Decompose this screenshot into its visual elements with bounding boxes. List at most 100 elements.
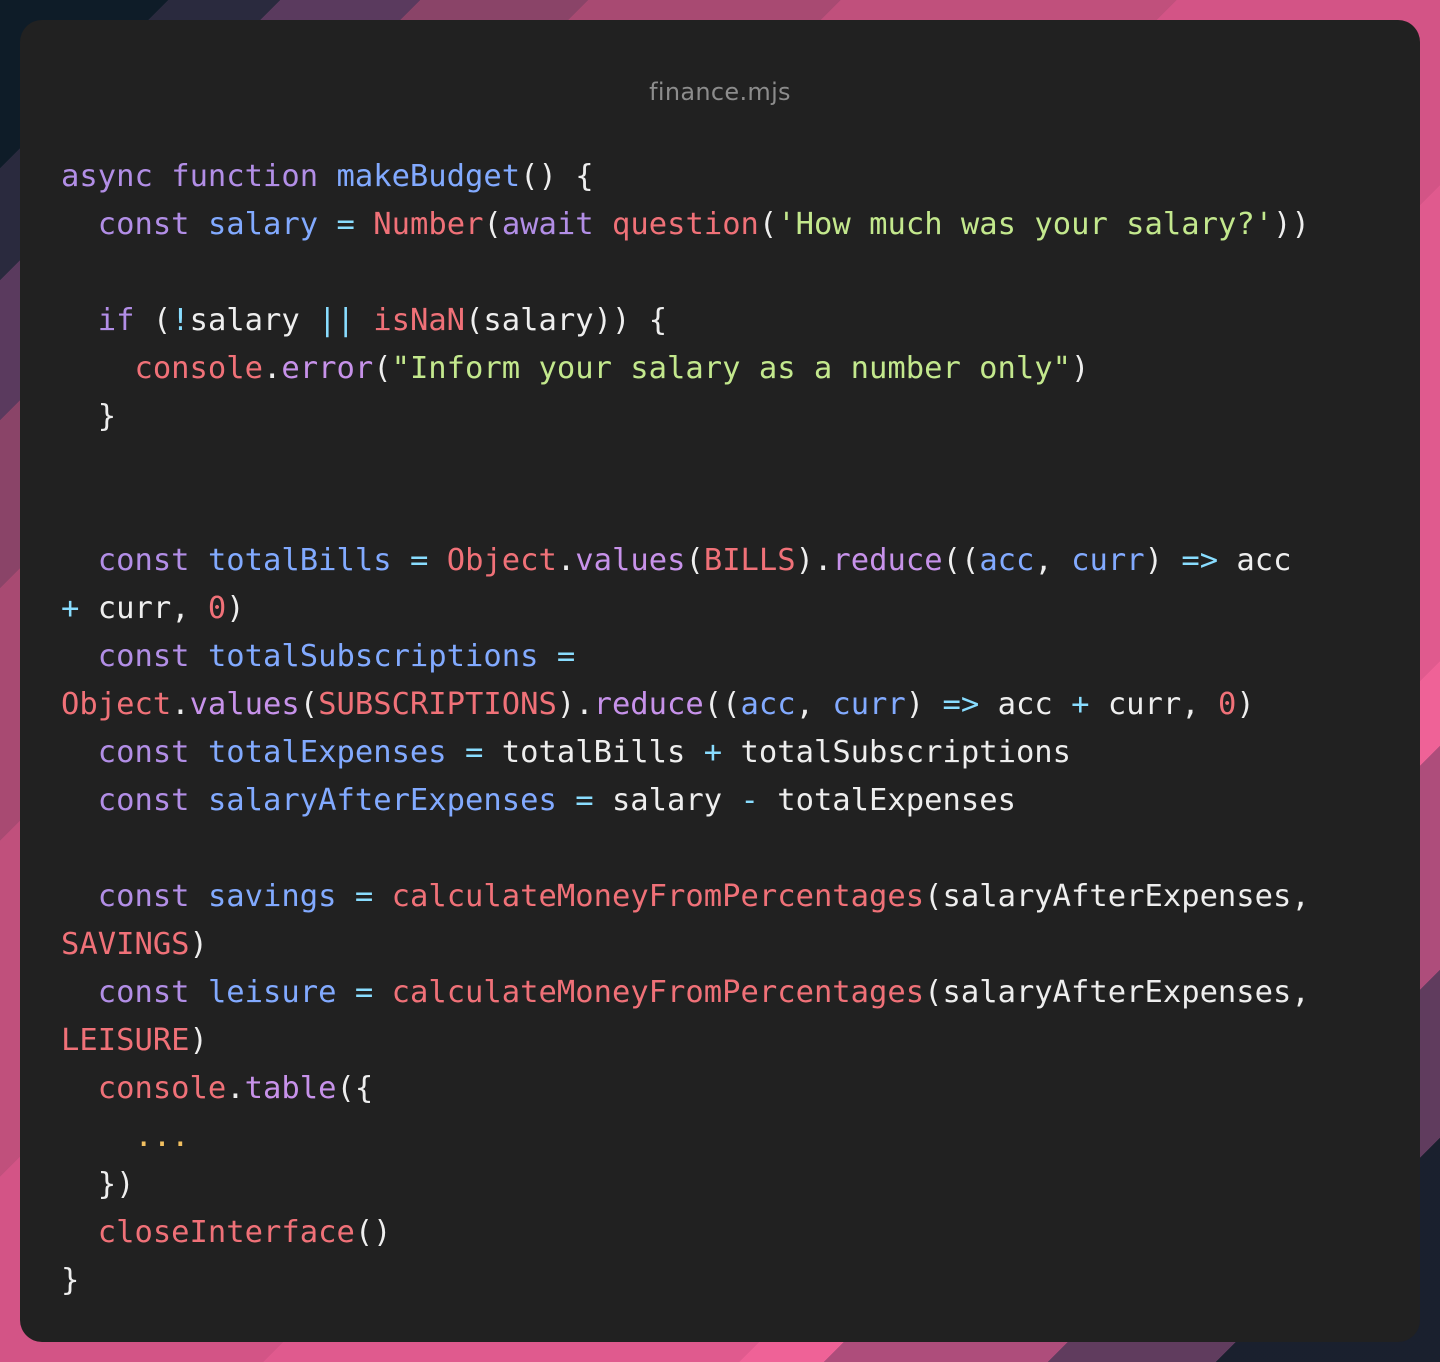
code-token: ) [1236,687,1255,722]
code-line: const salaryAfterExpenses = salary - tot… [61,777,1310,825]
code-token: function [171,159,319,194]
code-token: totalBills [207,543,392,578]
code-token: salary [189,303,319,338]
code-token: ! [171,303,190,338]
code-token: SAVINGS [61,927,190,962]
code-window: finance.mjs async function makeBudget() … [20,20,1420,1342]
code-token: , [795,687,833,722]
code-token: leisure [207,975,337,1010]
code-token: totalSubscriptions [207,639,539,674]
code-token: acc [740,687,796,722]
code-token: (( [942,543,980,578]
code-token: curr, [1089,687,1218,722]
code-token: = [556,639,576,674]
code-token: ) [905,687,943,722]
code-token: console [97,1071,227,1106]
code-line: closeInterface() [61,1209,1310,1257]
code-line: }) [61,1161,1310,1209]
code-token: ). [556,687,594,722]
code-token: )) [1273,207,1310,242]
code-token: + [703,735,723,770]
code-token: acc [979,687,1072,722]
code-token: ) [189,1023,208,1058]
code-line: ... [61,1113,1310,1161]
code-token: ) [226,591,245,626]
code-token: (salary)) { [465,303,668,338]
code-token: } [61,399,117,434]
code-line: const savings = calculateMoneyFromPercen… [61,873,1310,921]
code-token: if [97,303,135,338]
code-block[interactable]: async function makeBudget() { const sala… [61,153,1310,1305]
code-token: error [281,351,374,386]
code-line: async function makeBudget() { [61,153,1310,201]
code-token: ... [134,1119,190,1154]
code-token: . [226,1071,245,1106]
code-line: const totalBills = Object.values(BILLS).… [61,537,1310,585]
code-token: ({ [336,1071,374,1106]
code-token: + [1071,687,1090,722]
code-token: , [1034,543,1072,578]
code-token: const [97,735,190,770]
code-token: . [556,543,576,578]
code-token: - [740,783,759,818]
code-token: values [189,687,300,722]
code-token: reduce [593,687,704,722]
code-token: => [942,687,980,722]
code-token: question [612,207,759,242]
code-token: const [97,879,190,914]
code-token: Object [446,543,557,578]
code-token: curr [1071,543,1145,578]
code-token: makeBudget [336,159,521,194]
code-token: () [354,1215,392,1250]
code-line: Object.values(SUBSCRIPTIONS).reduce((acc… [61,681,1310,729]
code-token: ( [685,543,704,578]
code-token: ) [1144,543,1182,578]
code-token: ( [134,303,172,338]
code-token: = [465,735,484,770]
code-line: + curr, 0) [61,585,1310,633]
code-token: totalExpenses [207,735,447,770]
code-token: totalSubscriptions [722,735,1072,770]
code-token: = [354,879,374,914]
code-line: } [61,393,1310,441]
code-token: ( [483,207,502,242]
code-token: const [97,543,190,578]
code-token: const [97,207,190,242]
code-line: console.error("Inform your salary as a n… [61,345,1310,393]
code-token: ( [299,687,319,722]
code-token: = [575,783,594,818]
code-line: console.table({ [61,1065,1310,1113]
code-token: (( [703,687,741,722]
code-token: acc [979,543,1035,578]
code-token: Number [373,207,484,242]
code-token: = [354,975,374,1010]
code-token: ). [795,543,833,578]
code-token: isNaN [373,303,466,338]
code-line: const totalExpenses = totalBills + total… [61,729,1310,777]
